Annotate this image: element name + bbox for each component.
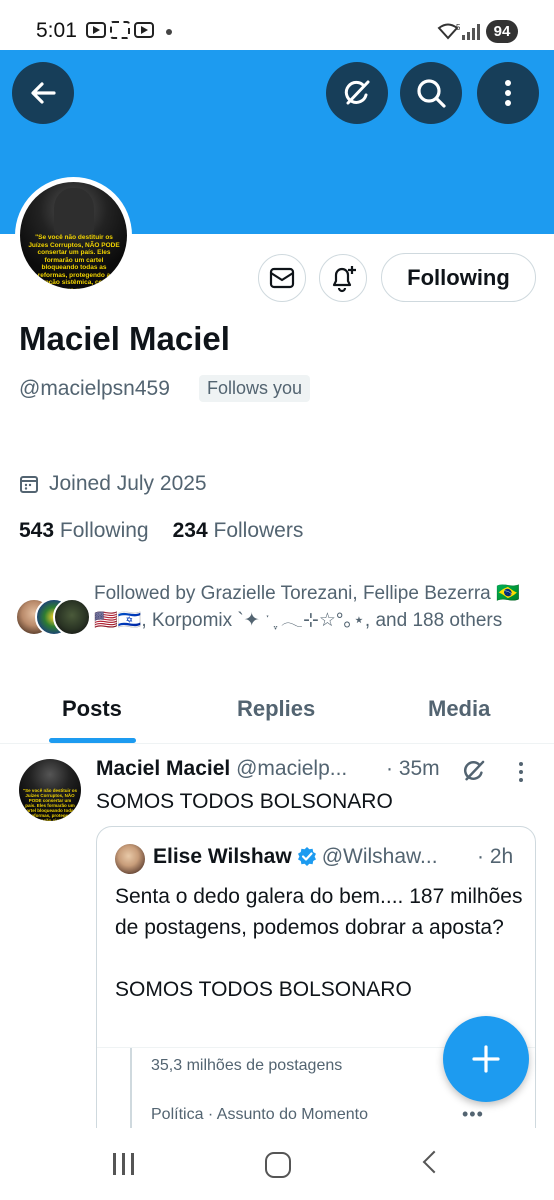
followers-label: Followers: [213, 519, 304, 542]
post-author-avatar[interactable]: "Se você não destituir os Juízes Corrupt…: [19, 759, 81, 821]
home-icon[interactable]: [265, 1152, 291, 1178]
grok-icon: [464, 760, 485, 781]
followers-count: 234: [172, 519, 208, 542]
compose-post-button[interactable]: [443, 1016, 529, 1102]
calendar-icon: [20, 476, 38, 493]
post-grok-button[interactable]: [460, 757, 488, 790]
youtube-notification-icon: [86, 22, 106, 38]
arrow-left-icon: [31, 82, 56, 104]
joined-text: Joined July 2025: [49, 472, 207, 495]
post-time: · 35m: [386, 757, 440, 780]
more-vertical-icon: [505, 80, 511, 106]
followers-count-link[interactable]: 234 Followers: [173, 519, 304, 543]
post-header: Maciel Maciel @macielp...: [96, 757, 347, 781]
notify-button[interactable]: [319, 254, 367, 302]
joined-date: Joined July 2025: [19, 472, 207, 496]
back-icon[interactable]: [422, 1150, 446, 1174]
bell-plus-icon: [332, 266, 356, 293]
battery-indicator: 94: [486, 20, 518, 43]
post-text: SOMOS TODOS BOLSONARO: [96, 790, 393, 813]
quote-author-handle: @Wilshaw...: [321, 845, 438, 868]
quote-author-avatar: [115, 844, 145, 874]
follow-counts: 543 Following 234 Followers: [19, 519, 303, 543]
more-notifications-icon: [166, 29, 172, 35]
quote-text: Senta o dedo galera do bem.... 187 milhõ…: [115, 885, 523, 1001]
status-bar: 5:01 5 94: [0, 0, 554, 50]
avatar-caption: "Se você não destituir os Juízes Corrupt…: [28, 234, 120, 289]
following-count: 543: [19, 519, 55, 542]
quote-header: Elise Wilshaw @Wilshaw...: [153, 845, 438, 872]
screenshot-notification-icon: [110, 21, 130, 39]
svg-text:5: 5: [456, 23, 460, 32]
profile-avatar[interactable]: "Se você não destituir os Juízes Corrupt…: [15, 177, 132, 294]
back-button[interactable]: [12, 62, 74, 124]
tab-replies[interactable]: Replies: [237, 696, 315, 722]
following-label: Following: [59, 519, 149, 542]
trend-more-icon[interactable]: •••: [462, 1104, 484, 1125]
more-options-button[interactable]: [477, 62, 539, 124]
followed-by-avatars: [15, 598, 95, 638]
follows-you-badge: Follows you: [199, 375, 311, 402]
trend-post-count: 35,3 milhões de postagens: [151, 1057, 343, 1074]
following-button[interactable]: Following: [381, 253, 536, 302]
wifi-icon: 5: [436, 22, 461, 45]
post-author-name[interactable]: Maciel Maciel: [96, 757, 230, 780]
message-button[interactable]: [258, 254, 306, 302]
youtube-notification-icon: [134, 22, 154, 38]
quote-author-name: Elise Wilshaw: [153, 845, 292, 868]
avatar: [53, 598, 91, 636]
following-count-link[interactable]: 543 Following: [19, 519, 149, 543]
profile-name: Maciel Maciel: [19, 320, 230, 357]
recent-apps-icon[interactable]: [113, 1153, 135, 1175]
profile-handle: @macielpsn459: [19, 377, 170, 400]
grok-button[interactable]: [326, 62, 388, 124]
tab-posts[interactable]: Posts: [62, 696, 122, 722]
profile-tabs: Posts Replies Media: [0, 680, 554, 744]
tab-media[interactable]: Media: [428, 696, 490, 722]
search-button[interactable]: [400, 62, 462, 124]
post-more-icon[interactable]: [519, 762, 525, 786]
status-time: 5:01: [36, 19, 77, 42]
search-icon: [417, 79, 446, 108]
plus-icon: [472, 1045, 500, 1073]
verified-badge-icon: [297, 846, 317, 872]
followed-by-text[interactable]: Followed by Grazielle Torezani, Fellipe …: [94, 581, 534, 634]
signal-icon: [462, 24, 480, 40]
avatar-photo: [54, 188, 94, 234]
mail-icon: [269, 267, 295, 289]
system-navigation-bar: [0, 1128, 554, 1200]
active-tab-indicator: [49, 738, 136, 743]
trend-topic: Política · Assunto do Momento: [151, 1106, 368, 1123]
post-author-handle: @macielp...: [236, 757, 348, 780]
grok-icon: [344, 80, 370, 105]
quote-time: · 2h: [477, 845, 514, 868]
